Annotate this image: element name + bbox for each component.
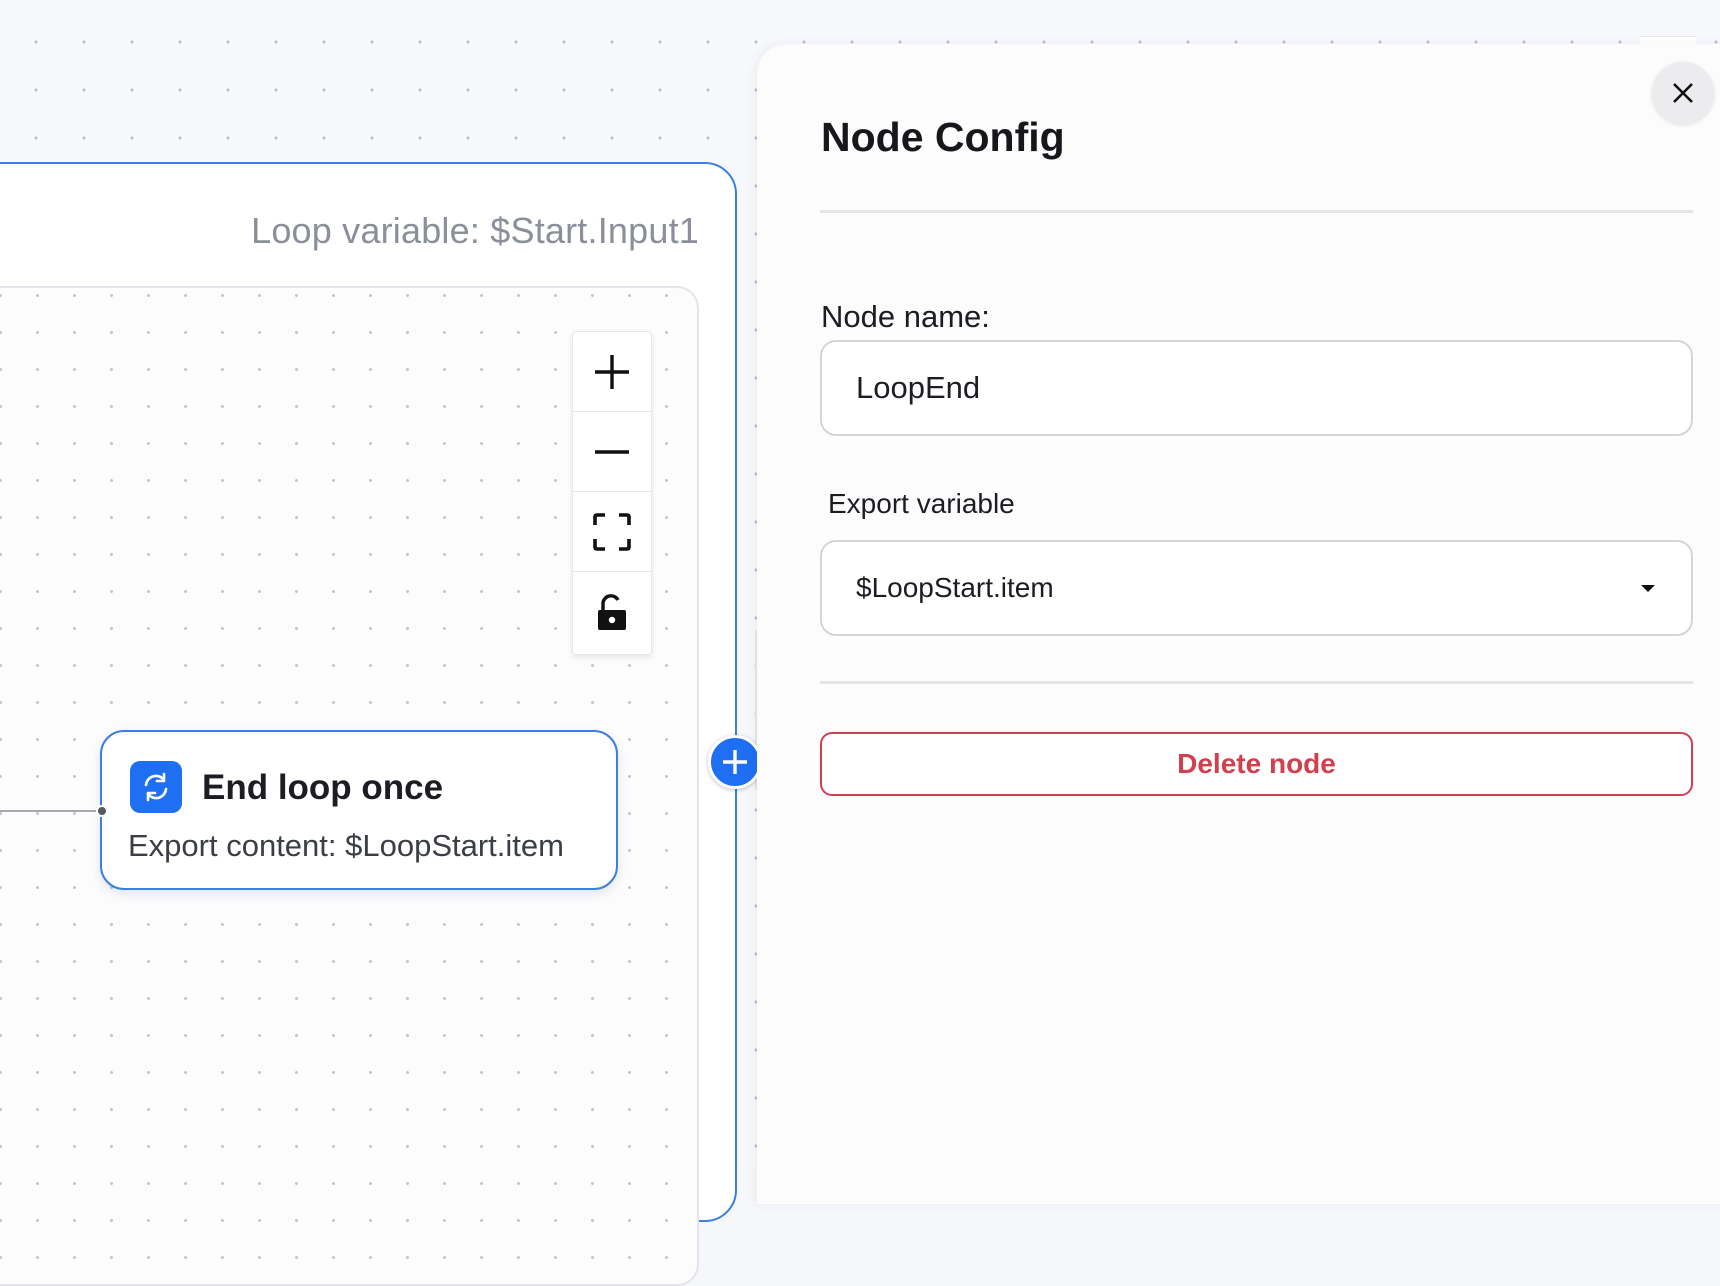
minus-icon xyxy=(595,449,629,454)
unlock-icon xyxy=(598,594,626,630)
loop-icon xyxy=(130,761,182,813)
loop-end-node[interactable]: End loop once Export content: $LoopStart… xyxy=(100,730,618,890)
add-node-button[interactable] xyxy=(708,735,762,789)
fit-view-icon xyxy=(593,512,631,551)
lock-button[interactable] xyxy=(573,572,651,652)
delete-node-button[interactable]: Delete node xyxy=(820,732,1693,796)
export-variable-label: Export variable xyxy=(828,488,1015,519)
node-title: End loop once xyxy=(202,768,444,807)
loop-variable-label: Loop variable: $Start.Input1 xyxy=(251,210,699,251)
node-config-panel: Node Config Node name: Export variable $… xyxy=(757,44,1720,1204)
workflow-canvas[interactable]: Loop variable: $Start.Input1 End loop on… xyxy=(0,0,1720,1286)
export-variable-value: $LoopStart.item xyxy=(856,572,1054,603)
node-name-label: Node name: xyxy=(821,299,990,334)
panel-divider-top xyxy=(820,210,1693,213)
panel-title: Node Config xyxy=(821,114,1065,160)
zoom-in-button[interactable] xyxy=(573,332,651,412)
plus-icon xyxy=(595,354,629,389)
panel-divider-bottom xyxy=(820,681,1693,684)
fit-view-button[interactable] xyxy=(573,492,651,572)
loop-container[interactable]: Loop variable: $Start.Input1 xyxy=(0,162,737,1286)
chevron-down-icon xyxy=(1641,585,1655,592)
close-panel-button[interactable] xyxy=(1652,62,1714,124)
incoming-edge xyxy=(0,810,101,812)
plus-icon xyxy=(723,750,747,774)
node-description: Export content: $LoopStart.item xyxy=(128,828,564,863)
node-name-input[interactable] xyxy=(820,340,1693,436)
export-variable-select[interactable]: $LoopStart.item xyxy=(820,540,1693,636)
canvas-controls xyxy=(572,331,652,655)
zoom-out-button[interactable] xyxy=(573,412,651,492)
node-input-handle[interactable] xyxy=(96,805,108,817)
close-icon xyxy=(1673,83,1693,103)
